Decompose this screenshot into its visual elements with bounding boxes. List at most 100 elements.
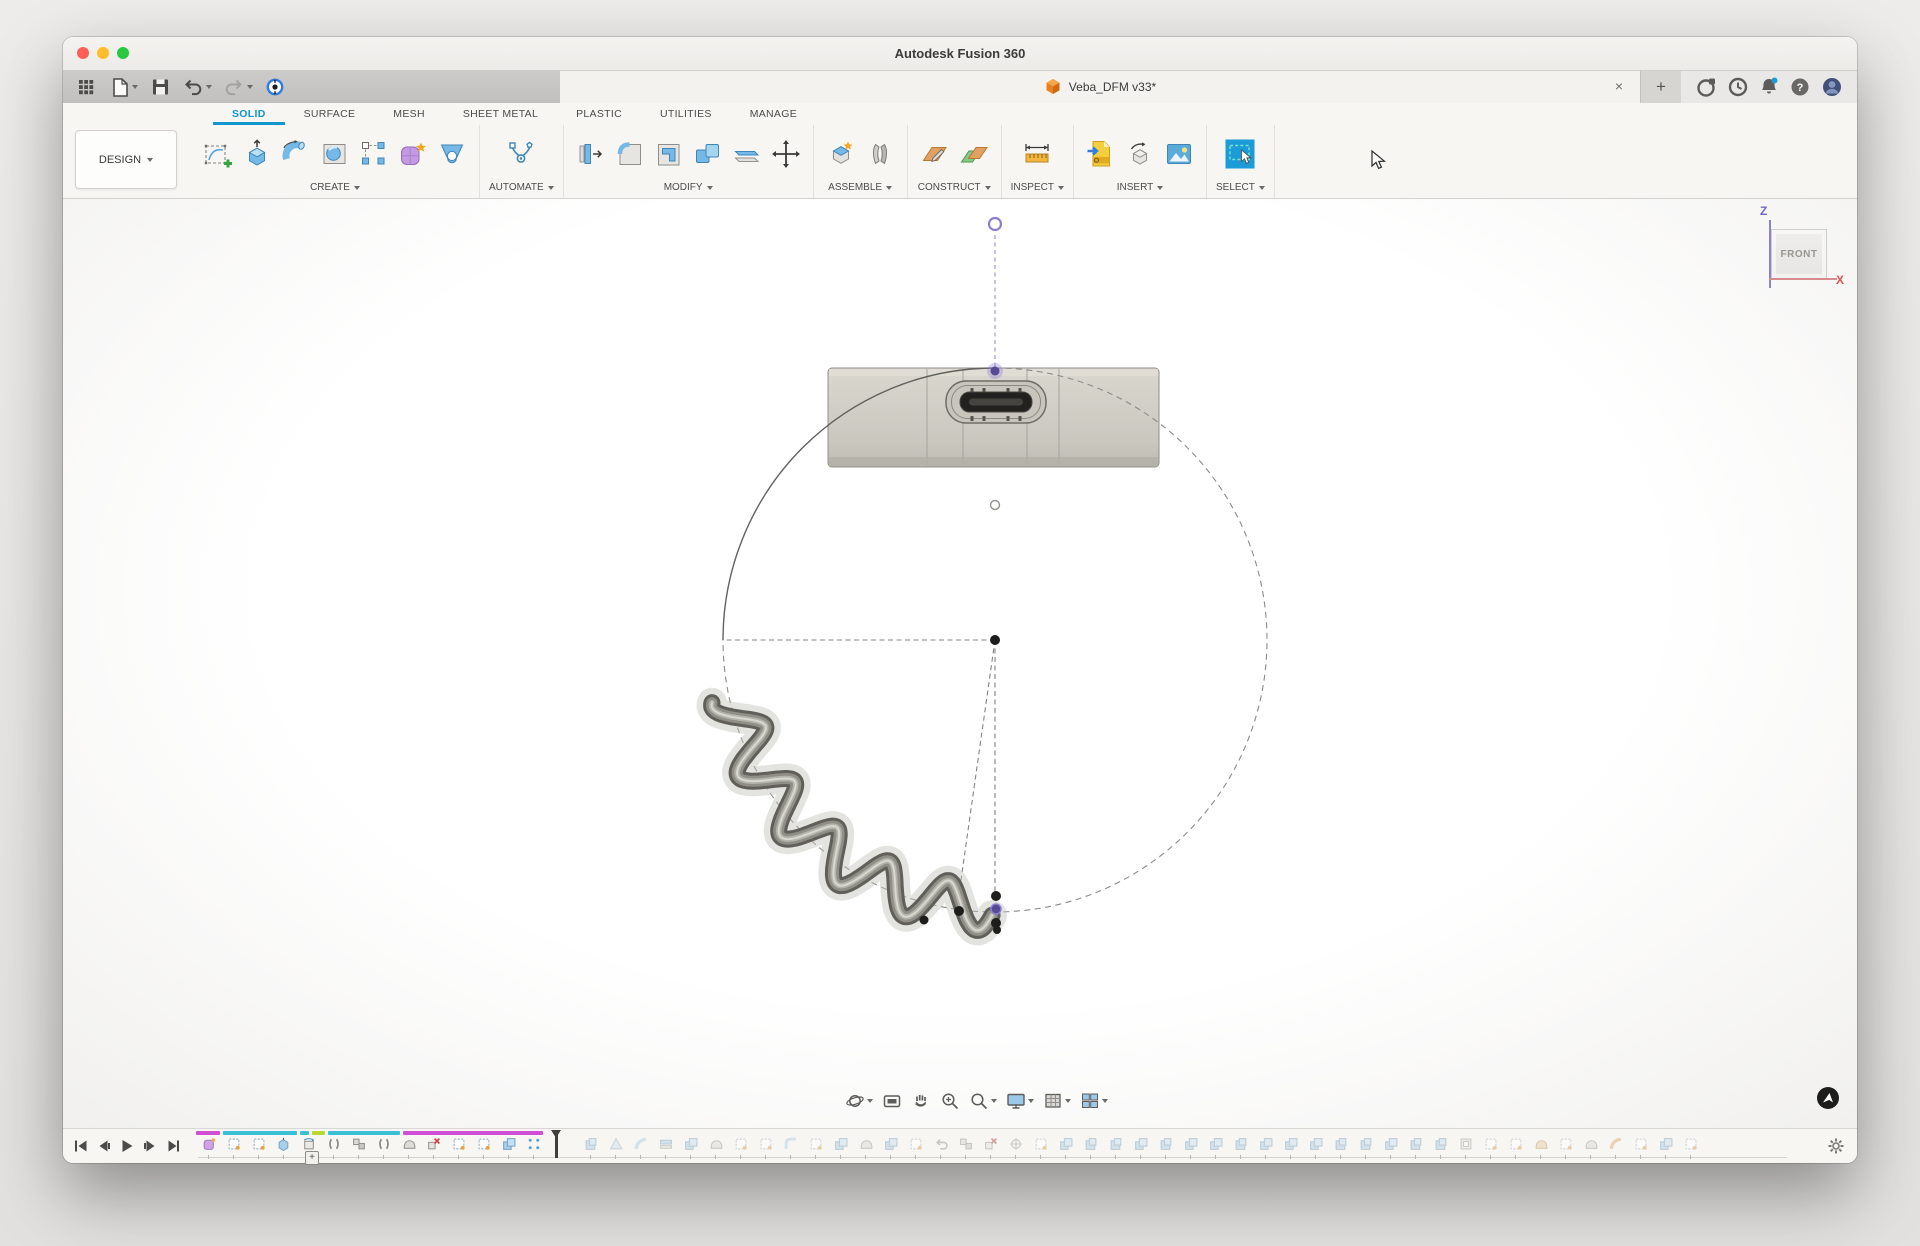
ribbon-tab-sheet-metal[interactable]: SHEET METAL [444,108,557,125]
timeline-feature-undo[interactable] [928,1137,953,1153]
sketch-points[interactable] [920,218,1004,934]
modeling-canvas[interactable]: FRONT Z X [63,199,1857,1128]
timeline-feature-sketch[interactable] [1628,1137,1653,1153]
sync-icon[interactable] [264,76,286,98]
zoom-window-button[interactable] [117,47,129,59]
help-icon[interactable]: ? [1788,75,1812,99]
new-component-icon[interactable] [823,139,859,169]
play-button[interactable] [119,1138,135,1154]
redo-icon[interactable] [223,76,253,98]
timeline-feature-solid[interactable] [1103,1137,1128,1153]
timeline-feature-sketch[interactable] [1028,1137,1053,1153]
offset-plane-icon[interactable] [956,139,992,169]
display-settings-icon[interactable] [1006,1091,1034,1111]
ribbon-tab-mesh[interactable]: MESH [374,108,444,125]
assistant-badge[interactable] [1815,1085,1841,1116]
extrude-icon[interactable] [239,139,275,169]
timeline-feature-copy[interactable] [828,1137,853,1153]
timeline-feature-sweep[interactable] [628,1137,653,1153]
plane-icon[interactable] [917,139,953,169]
timeline-feature-sketch[interactable] [471,1137,496,1153]
timeline-feature-sketch[interactable] [1553,1137,1578,1153]
revolve-icon[interactable] [278,139,314,169]
timeline-feature-sketch[interactable] [1678,1137,1703,1153]
timeline-feature-copy[interactable] [678,1137,703,1153]
timeline-feature-sketch[interactable] [728,1137,753,1153]
select-icon[interactable] [1218,139,1262,169]
timeline-feature-hull[interactable] [853,1137,878,1153]
form-icon[interactable] [395,139,431,169]
timeline-feature-hull[interactable] [703,1137,728,1153]
timeline-feature-solid[interactable] [1403,1137,1428,1153]
tab-close-button[interactable]: × [1610,77,1628,95]
timeline-feature-delete[interactable] [978,1137,1003,1153]
orbit-icon[interactable] [845,1091,873,1111]
timeline-feature-solid[interactable] [1228,1137,1253,1153]
recent-icon[interactable] [1726,75,1750,99]
timeline-feature-solid[interactable] [1428,1137,1453,1153]
skip-start-button[interactable] [73,1138,89,1154]
timeline-feature-solid[interactable] [1328,1137,1353,1153]
timeline-feature-sketch[interactable] [1503,1137,1528,1153]
grid-settings-icon[interactable] [1043,1091,1071,1111]
extensions-icon[interactable] [1694,75,1718,99]
timeline-feature-rigid[interactable] [346,1137,371,1153]
notifications-icon[interactable] [1757,75,1781,99]
step-forward-button[interactable] [142,1138,158,1154]
timeline-feature-copy[interactable] [1128,1137,1153,1153]
timeline-expand-group-button[interactable]: + [305,1151,319,1165]
timeline-feature-sketch[interactable] [753,1137,778,1153]
timeline-feature-delete[interactable] [421,1137,446,1153]
timeline-feature-hull[interactable] [396,1137,421,1153]
close-window-button[interactable] [77,47,89,59]
timeline-feature-form[interactable] [196,1137,221,1153]
web-icon[interactable] [434,139,470,169]
automate-icon[interactable] [502,139,540,169]
app-grid-icon[interactable] [75,76,97,98]
skip-end-button[interactable] [165,1138,181,1154]
timeline-feature-solid[interactable] [1078,1137,1103,1153]
timeline-feature-loft[interactable] [603,1137,628,1153]
timeline-feature-sketch[interactable] [1478,1137,1503,1153]
timeline-feature-copy[interactable] [1178,1137,1203,1153]
sketch-tube[interactable] [712,703,993,931]
profile-icon[interactable] [1820,75,1844,99]
create-sketch-icon[interactable] [200,139,236,169]
timeline-feature-sketch[interactable] [803,1137,828,1153]
timeline-feature-jorigin[interactable] [1003,1137,1028,1153]
timeline-feature-joint[interactable] [321,1137,346,1153]
timeline-feature-hull_o[interactable] [1528,1137,1553,1153]
ribbon-tab-surface[interactable]: SURFACE [285,108,375,125]
viewports-icon[interactable] [1080,1091,1108,1111]
timeline-feature-sketch[interactable] [903,1137,928,1153]
workspace-selector[interactable]: DESIGN [75,130,177,189]
timeline-feature-copy[interactable] [1378,1137,1403,1153]
ribbon-tab-plastic[interactable]: PLASTIC [557,108,641,125]
file-new-icon[interactable] [108,76,138,98]
timeline-feature-sweep_o[interactable] [1603,1137,1628,1153]
shell-icon[interactable] [651,139,687,169]
viewport-canvas[interactable] [63,199,1857,1128]
new-tab-button[interactable]: + [1640,71,1681,103]
look-at-icon[interactable] [882,1091,902,1111]
fillet-icon[interactable] [612,139,648,169]
pattern-icon[interactable] [356,139,392,169]
timeline-feature-rigid[interactable] [953,1137,978,1153]
ribbon-tab-utilities[interactable]: UTILITIES [641,108,731,125]
document-tab[interactable]: Veba_DFM v33* × [560,71,1640,103]
ribbon-tab-manage[interactable]: MANAGE [731,108,816,125]
timeline-settings-gear-icon[interactable] [1827,1137,1845,1160]
joint-icon[interactable] [862,139,898,169]
timeline-feature-copy[interactable] [1653,1137,1678,1153]
timeline-feature-copy[interactable] [496,1137,521,1153]
press-pull-icon[interactable] [573,139,609,169]
minimize-window-button[interactable] [97,47,109,59]
move-icon[interactable] [768,139,804,169]
combine-icon[interactable] [690,139,726,169]
insert-svg-icon[interactable] [1083,139,1119,169]
timeline-feature-sketch[interactable] [246,1137,271,1153]
timeline-feature-copy[interactable] [1278,1137,1303,1153]
fit-icon[interactable] [969,1091,997,1111]
step-back-button[interactable] [96,1138,112,1154]
timeline-feature-frame[interactable] [1453,1137,1478,1153]
